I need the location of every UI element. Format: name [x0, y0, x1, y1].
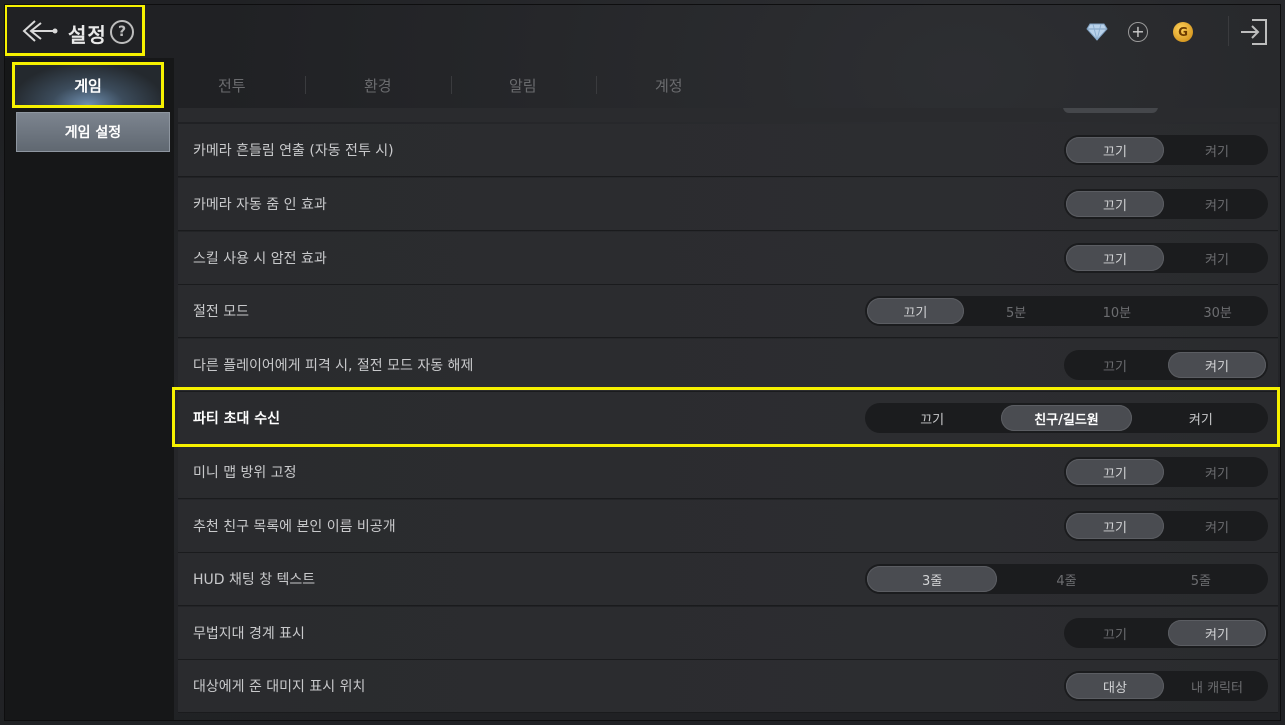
- option-selector: 대상 내 캐릭터: [1064, 671, 1268, 701]
- partial-toggle: [1063, 108, 1158, 113]
- header-divider: [1228, 16, 1229, 46]
- setting-label: HUD 채팅 창 텍스트: [193, 572, 316, 588]
- option-selector: 끄기 켜기: [1064, 618, 1268, 648]
- setting-row: 다른 플레이어에게 피격 시, 절전 모드 자동 해제 끄기 켜기: [178, 339, 1278, 392]
- setting-row: 절전 모드 끄기 5분 10분 30분: [178, 285, 1278, 338]
- option-selector: 끄기 켜기: [1064, 511, 1268, 541]
- option-button[interactable]: 끄기: [1066, 191, 1164, 217]
- setting-label: 카메라 자동 줌 인 효과: [193, 197, 327, 213]
- setting-row: 대상에게 준 대미지 표시 위치 대상 내 캐릭터: [178, 660, 1278, 713]
- option-button[interactable]: 친구/길드원: [1001, 405, 1132, 431]
- setting-label: 미니 맵 방위 고정: [193, 465, 297, 481]
- option-button[interactable]: 끄기: [1066, 459, 1164, 485]
- tab-account[interactable]: 계정: [655, 75, 683, 96]
- setting-label: 다른 플레이어에게 피격 시, 절전 모드 자동 해제: [193, 358, 474, 374]
- tab-notifications[interactable]: 알림: [509, 75, 537, 96]
- option-button[interactable]: 켜기: [1168, 137, 1266, 163]
- partial-row: [178, 108, 1278, 122]
- setting-label: 스킬 사용 시 암전 효과: [193, 251, 327, 267]
- option-button[interactable]: 켜기: [1168, 245, 1266, 271]
- settings-list: 카메라 흔들림 연출 (자동 전투 시) 끄기 켜기 카메라 자동 줌 인 효과 끄기 켜…: [178, 108, 1281, 720]
- option-button[interactable]: 대상: [1066, 673, 1164, 699]
- exit-icon[interactable]: [1238, 17, 1270, 47]
- option-selector: 끄기 켜기: [1064, 189, 1268, 219]
- option-button[interactable]: 끄기: [1066, 352, 1164, 378]
- option-button[interactable]: 5분: [968, 298, 1065, 324]
- setting-row: 무법지대 경계 표시 끄기 켜기: [178, 607, 1278, 660]
- setting-row: 파티 초대 수신 끄기 친구/길드원 켜기: [178, 392, 1278, 445]
- gold-coin-icon: G: [1173, 22, 1193, 42]
- option-button[interactable]: 켜기: [1168, 352, 1266, 378]
- option-button[interactable]: 켜기: [1168, 459, 1266, 485]
- option-button[interactable]: 끄기: [867, 405, 997, 431]
- option-selector: 끄기 5분 10분 30분: [865, 296, 1268, 326]
- tab-environment[interactable]: 환경: [364, 75, 392, 96]
- option-button[interactable]: 5줄: [1136, 566, 1266, 592]
- option-button[interactable]: 10분: [1069, 298, 1166, 324]
- tab-combat[interactable]: 전투: [218, 75, 246, 96]
- option-button[interactable]: 끄기: [1066, 137, 1164, 163]
- option-button[interactable]: 끄기: [1066, 620, 1164, 646]
- setting-label: 추천 친구 목록에 본인 이름 비공개: [193, 519, 396, 535]
- option-button[interactable]: 3줄: [867, 566, 998, 592]
- add-currency-icon[interactable]: +: [1128, 22, 1148, 42]
- option-button[interactable]: 끄기: [1066, 513, 1164, 539]
- setting-label: 대상에게 준 대미지 표시 위치: [193, 679, 366, 695]
- option-selector: 끄기 켜기: [1064, 135, 1268, 165]
- option-button[interactable]: 4줄: [1001, 566, 1131, 592]
- tab-divider: [451, 76, 452, 94]
- header-back-area[interactable]: 설정 ?: [4, 4, 145, 56]
- option-button[interactable]: 30분: [1169, 298, 1266, 324]
- setting-row: HUD 채팅 창 텍스트 3줄 4줄 5줄: [178, 553, 1278, 606]
- tab-divider: [596, 76, 597, 94]
- sidebar-item-game-settings[interactable]: 게임 설정: [16, 112, 170, 152]
- option-button[interactable]: 켜기: [1168, 513, 1266, 539]
- setting-label: 파티 초대 수신: [193, 411, 281, 427]
- setting-label: 무법지대 경계 표시: [193, 626, 305, 642]
- option-selector: 끄기 친구/길드원 켜기: [865, 403, 1268, 433]
- setting-label: 절전 모드: [193, 304, 249, 320]
- tab-divider: [305, 76, 306, 94]
- setting-row: 스킬 사용 시 암전 효과 끄기 켜기: [178, 232, 1278, 285]
- option-button[interactable]: 켜기: [1136, 405, 1266, 431]
- tab-bar: 전투 환경 알림 계정: [178, 62, 1281, 106]
- option-selector: 끄기 켜기: [1064, 350, 1268, 380]
- sidebar: [4, 58, 174, 720]
- option-button[interactable]: 끄기: [1066, 245, 1164, 271]
- option-button[interactable]: 끄기: [867, 298, 964, 324]
- help-icon[interactable]: ?: [110, 20, 134, 44]
- option-button[interactable]: 내 캐릭터: [1168, 673, 1266, 699]
- back-arrow-icon[interactable]: [21, 18, 59, 44]
- page-title: 설정: [68, 23, 107, 47]
- setting-label: 카메라 흔들림 연출 (자동 전투 시): [193, 143, 394, 159]
- settings-window: 설정 ? + G 게임 게임 설정 전투 환경 알림 계정 카메라 흔들림 연출…: [0, 0, 1285, 725]
- setting-row: 추천 친구 목록에 본인 이름 비공개 끄기 켜기: [178, 500, 1278, 553]
- option-selector: 끄기 켜기: [1064, 457, 1268, 487]
- diamond-icon[interactable]: [1086, 23, 1108, 41]
- option-selector: 끄기 켜기: [1064, 243, 1268, 273]
- option-button[interactable]: 켜기: [1168, 620, 1266, 646]
- sidebar-tab-game[interactable]: 게임: [12, 62, 164, 108]
- setting-row: 미니 맵 방위 고정 끄기 켜기: [178, 446, 1278, 499]
- setting-row: 카메라 흔들림 연출 (자동 전투 시) 끄기 켜기: [178, 124, 1278, 177]
- option-selector: 3줄 4줄 5줄: [865, 564, 1268, 594]
- option-button[interactable]: 켜기: [1168, 191, 1266, 217]
- setting-row: 카메라 자동 줌 인 효과 끄기 켜기: [178, 178, 1278, 231]
